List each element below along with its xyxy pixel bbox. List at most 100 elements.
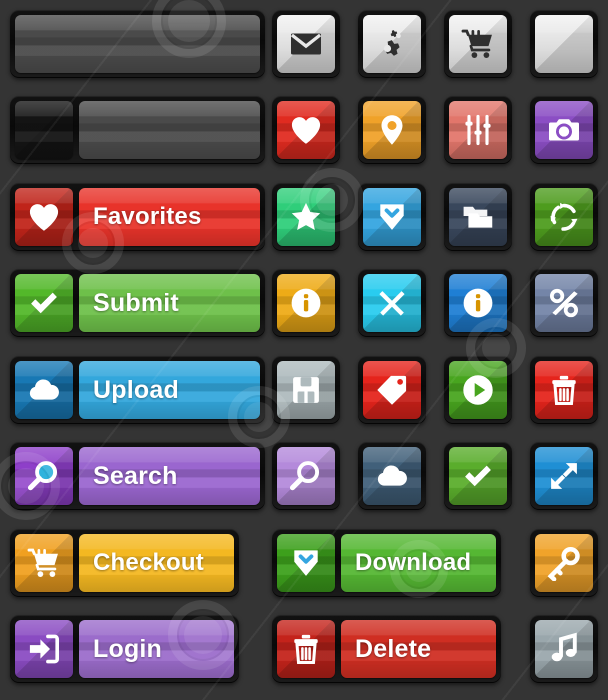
cloud-upload-icon <box>15 361 73 419</box>
heart-icon <box>15 188 73 246</box>
music-note-icon <box>535 620 593 678</box>
button-label-panel: Upload <box>79 361 260 419</box>
button-label: Submit <box>93 288 179 317</box>
button-label: Checkout <box>93 549 204 576</box>
delete-button[interactable] <box>530 356 598 424</box>
star-button[interactable] <box>272 183 340 251</box>
download-icon <box>363 188 421 246</box>
search-light-button[interactable] <box>272 442 340 510</box>
button-face <box>535 274 593 332</box>
location-button[interactable] <box>358 96 426 164</box>
button-label: Delete <box>355 634 432 663</box>
cart-button[interactable] <box>444 10 512 78</box>
sliders-icon <box>449 101 507 159</box>
blank-button[interactable] <box>530 10 598 78</box>
key-button[interactable] <box>530 529 598 597</box>
check-icon <box>15 274 73 332</box>
button-face <box>277 15 335 73</box>
trash-icon <box>535 361 593 419</box>
shopping-cart-icon <box>15 534 73 592</box>
download-icon <box>277 534 335 592</box>
shopping-cart-icon <box>15 534 73 592</box>
button-face <box>363 188 421 246</box>
download-wide-button[interactable]: Download <box>272 529 501 597</box>
info-icon <box>277 274 335 332</box>
heart-icon <box>277 101 335 159</box>
button-face <box>449 361 507 419</box>
magnifier-icon <box>15 447 73 505</box>
blank-wide-button[interactable] <box>10 10 265 78</box>
delete-wide-button[interactable]: Delete <box>272 615 501 683</box>
refresh-button[interactable] <box>530 183 598 251</box>
folders-icon <box>449 188 507 246</box>
button-face <box>277 361 335 419</box>
trash-icon <box>277 620 335 678</box>
play-icon <box>449 361 507 419</box>
favorite-button[interactable] <box>272 96 340 164</box>
info-blue-button[interactable] <box>444 269 512 337</box>
button-face <box>449 15 507 73</box>
download-button[interactable] <box>358 183 426 251</box>
camera-button[interactable] <box>530 96 598 164</box>
button-face <box>15 15 260 73</box>
sign-in-icon <box>15 620 73 678</box>
mail-button[interactable] <box>272 10 340 78</box>
star-icon <box>277 188 335 246</box>
cloud-upload-icon <box>15 361 73 419</box>
settings-sliders-button[interactable] <box>444 96 512 164</box>
button-face <box>535 534 593 592</box>
button-face <box>277 274 335 332</box>
button-label-panel: Search <box>79 447 260 505</box>
map-pin-icon <box>363 101 421 159</box>
trash-icon <box>277 620 335 678</box>
magnifier-icon <box>15 447 73 505</box>
heart-icon <box>15 188 73 246</box>
blank-icon <box>15 101 73 159</box>
login-button[interactable]: Login <box>10 615 239 683</box>
music-button[interactable] <box>530 615 598 683</box>
close-x-icon <box>363 274 421 332</box>
button-label-panel <box>79 101 260 159</box>
button-label: Search <box>93 461 178 490</box>
button-face <box>535 447 593 505</box>
magnifier-plain-icon <box>277 447 335 505</box>
expand-arrows-icon <box>535 447 593 505</box>
check-icon <box>449 447 507 505</box>
checkout-button[interactable]: Checkout <box>10 529 239 597</box>
tag-icon <box>363 361 421 419</box>
play-button[interactable] <box>444 356 512 424</box>
button-face <box>363 101 421 159</box>
button-face <box>449 101 507 159</box>
submit-button[interactable]: Submit <box>10 269 265 337</box>
cloud-upload-button[interactable] <box>358 442 426 510</box>
tag-button[interactable] <box>358 356 426 424</box>
button-face <box>363 274 421 332</box>
button-label: Download <box>355 549 472 576</box>
button-face <box>449 274 507 332</box>
close-button[interactable] <box>358 269 426 337</box>
button-face <box>277 447 335 505</box>
camera-icon <box>535 101 593 159</box>
button-label: Favorites <box>93 203 202 230</box>
confirm-button[interactable] <box>444 442 512 510</box>
key-icon <box>535 534 593 592</box>
blank-split-button[interactable] <box>10 96 265 164</box>
info-icon <box>449 274 507 332</box>
expand-button[interactable] <box>530 442 598 510</box>
upload-button[interactable]: Upload <box>10 356 265 424</box>
gears-icon <box>363 15 421 73</box>
settings-button[interactable] <box>358 10 426 78</box>
button-face <box>449 447 507 505</box>
button-face <box>449 188 507 246</box>
search-button[interactable]: Search <box>10 442 265 510</box>
favorites-button[interactable]: Favorites <box>10 183 265 251</box>
percent-button[interactable] <box>530 269 598 337</box>
button-face <box>535 361 593 419</box>
button-label-panel: Submit <box>79 274 260 332</box>
button-label-panel: Delete <box>341 620 496 678</box>
button-label-panel: Favorites <box>79 188 260 246</box>
save-button[interactable] <box>272 356 340 424</box>
folder-button[interactable] <box>444 183 512 251</box>
percent-icon <box>535 274 593 332</box>
info-amber-button[interactable] <box>272 269 340 337</box>
